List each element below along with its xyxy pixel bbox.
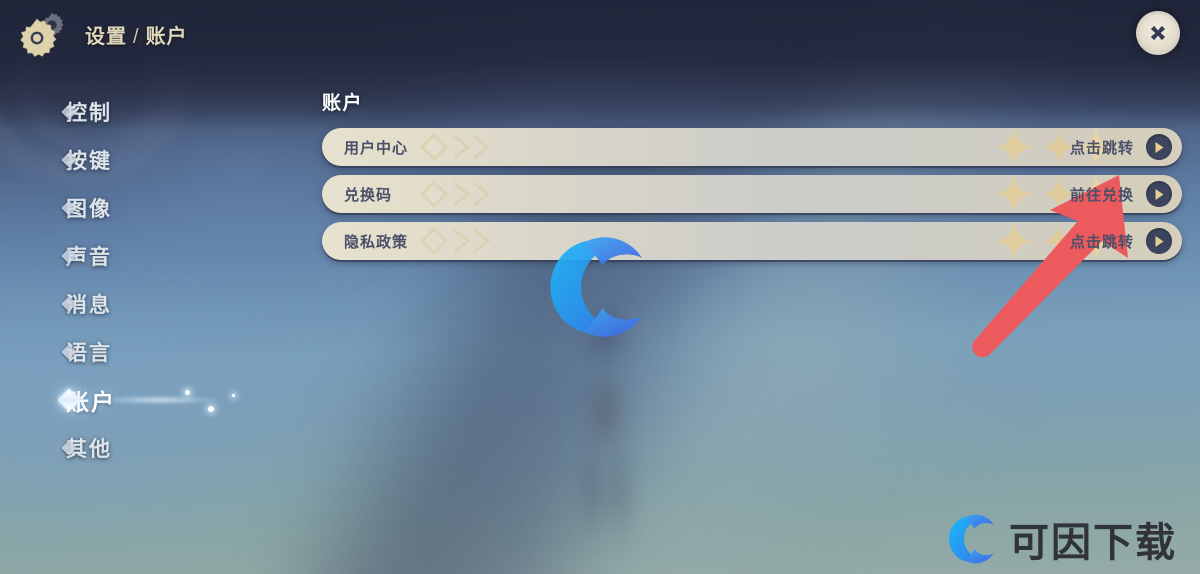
sidebar-item-messages[interactable]: 消息: [0, 280, 300, 328]
center-watermark-logo: [545, 232, 650, 342]
close-button[interactable]: [1136, 11, 1180, 55]
letter-c-logo-icon: [948, 514, 994, 564]
watermark-text: 可因下载: [1009, 520, 1177, 566]
account-panel: 账户 用户中心 点击跳转 兑换码 前往兑换 隐私政策 点击跳转: [322, 88, 1182, 269]
breadcrumb: 设置 / 账户: [85, 20, 188, 49]
gear-icon-group: [17, 10, 69, 58]
gear-icon: [17, 18, 57, 58]
breadcrumb-root[interactable]: 设置: [85, 26, 127, 48]
row-pattern-decoration: [419, 132, 491, 162]
sparkle-particle: [208, 406, 214, 412]
setting-row-privacy-policy[interactable]: 隐私政策 点击跳转: [322, 222, 1182, 260]
sidebar-item-account[interactable]: 账户: [0, 376, 300, 424]
setting-row-action-label: 前往兑换: [1069, 186, 1134, 204]
close-icon: [1150, 25, 1166, 41]
setting-row-redemption-code[interactable]: 兑换码 前往兑换: [322, 175, 1182, 213]
page-title: 账户: [322, 93, 364, 114]
row-pattern-decoration: [419, 179, 491, 209]
sidebar-item-other[interactable]: 其他: [0, 424, 300, 472]
breadcrumb-separator: /: [133, 26, 140, 48]
setting-row-action-label: 点击跳转: [1069, 139, 1134, 157]
setting-row-user-center[interactable]: 用户中心 点击跳转: [322, 128, 1182, 166]
row-pattern-decoration: [419, 226, 491, 256]
settings-sidebar: 控制 按键 图像 声音 消息 语言 账户 其他: [0, 88, 300, 472]
sidebar-item-keybinds[interactable]: 按键: [0, 136, 300, 184]
sidebar-item-controls[interactable]: 控制: [0, 88, 300, 136]
sidebar-item-graphics[interactable]: 图像: [0, 184, 300, 232]
setting-row-action-label: 点击跳转: [1069, 233, 1134, 251]
settings-header: 设置 / 账户: [0, 0, 1200, 72]
setting-row-label: 隐私政策: [344, 233, 409, 251]
chevron-right-icon[interactable]: [1146, 134, 1172, 160]
chevron-right-icon[interactable]: [1146, 228, 1172, 254]
chevron-right-icon[interactable]: [1146, 181, 1172, 207]
sparkle-particle: [185, 390, 190, 395]
sidebar-item-audio[interactable]: 声音: [0, 232, 300, 280]
sparkle-particle: [232, 394, 235, 397]
setting-row-label: 用户中心: [344, 139, 409, 157]
setting-row-label: 兑换码: [344, 186, 393, 204]
breadcrumb-current: 账户: [145, 26, 188, 48]
sidebar-item-language[interactable]: 语言: [0, 328, 300, 376]
bottom-watermark: 可因下载: [945, 512, 1177, 566]
